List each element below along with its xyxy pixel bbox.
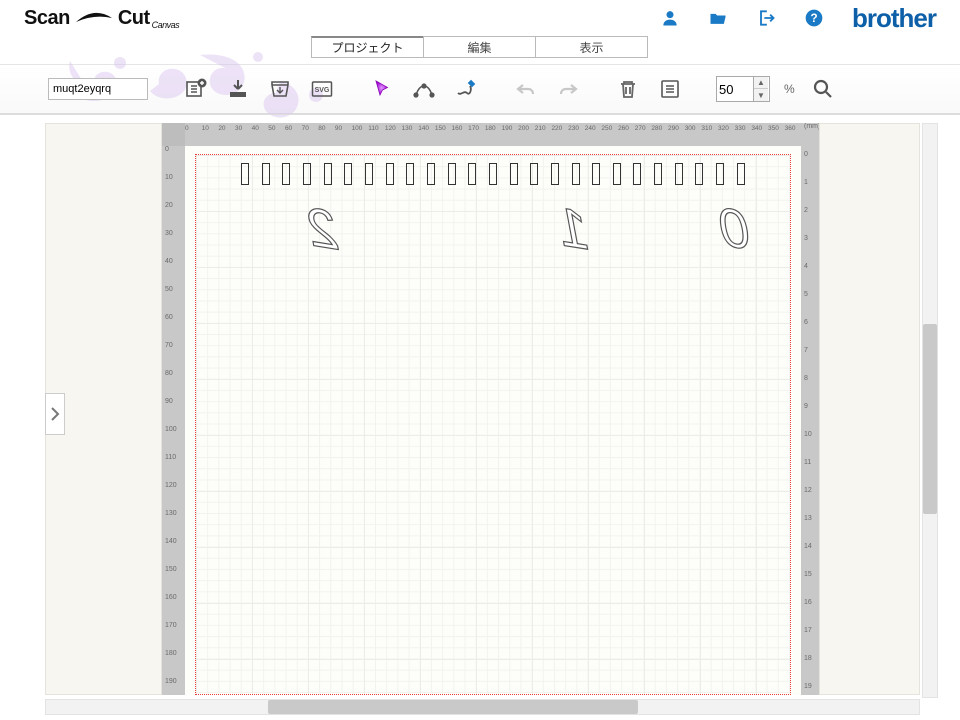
canvas-stage[interactable]: 0102030405060708090100110120130140150160… [162, 123, 819, 695]
ruler-vertical: 0102030405060708090100110120130140150160… [162, 146, 185, 695]
tab-edit-label: 編集 [467, 39, 491, 56]
path-tool[interactable] [410, 75, 438, 103]
h-scroll-thumb[interactable] [268, 700, 638, 714]
draw-tool[interactable] [452, 75, 480, 103]
design-small-rects[interactable] [236, 163, 750, 185]
digit-1[interactable]: 1 [557, 195, 589, 262]
mat-grid: 2 1 0 [195, 154, 791, 695]
logo-text-scan: Scan [24, 7, 70, 30]
right-panel [819, 123, 920, 695]
zoom-input[interactable] [717, 82, 753, 97]
logo-text-cut: Cut [118, 7, 150, 30]
v-scroll-thumb[interactable] [923, 324, 937, 514]
import-svg-button[interactable]: SVG [308, 75, 336, 103]
zoom-down[interactable]: ▼ [754, 89, 768, 101]
logo-sub: Canvas [152, 20, 180, 30]
project-name-input[interactable] [48, 78, 148, 100]
toolbar: SVG ▲ ▼ % [0, 64, 960, 114]
digit-2[interactable]: 2 [306, 195, 338, 262]
main-tabs: プロジェクト 編集 表示 [0, 36, 960, 64]
help-icon[interactable]: ? [804, 8, 824, 28]
horizontal-scrollbar[interactable] [45, 699, 920, 715]
app-logo: Scan Cut Canvas [24, 7, 179, 30]
svg-text:?: ? [810, 12, 817, 25]
panel-expand-button[interactable] [45, 393, 65, 435]
tab-project[interactable]: プロジェクト [311, 36, 424, 58]
tab-project-label: プロジェクト [331, 39, 403, 56]
download-button[interactable] [224, 75, 252, 103]
brand-logo: brother [852, 3, 936, 34]
ruler-corner [162, 123, 185, 146]
zoom-field[interactable]: ▲ ▼ [716, 76, 770, 102]
select-tool[interactable] [368, 75, 396, 103]
digit-0[interactable]: 0 [718, 195, 750, 262]
design-objects[interactable]: 2 1 0 [236, 163, 750, 259]
folder-open-icon[interactable] [708, 8, 728, 28]
ruler-horizontal: 0102030405060708090100110120130140150160… [185, 123, 801, 146]
design-digits[interactable]: 2 1 0 [236, 198, 750, 260]
top-bar: Scan Cut Canvas ? brother [0, 0, 960, 36]
top-right-actions: ? brother [660, 3, 936, 34]
import-data-button[interactable] [266, 75, 294, 103]
properties-button[interactable] [656, 75, 684, 103]
svg-text:SVG: SVG [315, 87, 330, 94]
redo-button[interactable] [554, 75, 582, 103]
new-project-button[interactable] [182, 75, 210, 103]
tab-view[interactable]: 表示 [535, 36, 648, 58]
logout-icon[interactable] [756, 8, 776, 28]
logo-swoosh-icon [74, 8, 114, 28]
tab-view-label: 表示 [579, 39, 603, 56]
zoom-tool[interactable] [809, 75, 837, 103]
delete-button[interactable] [614, 75, 642, 103]
cutting-mat[interactable]: 2 1 0 [185, 146, 801, 695]
zoom-up[interactable]: ▲ [754, 77, 768, 89]
vertical-scrollbar[interactable] [922, 123, 938, 698]
tab-edit[interactable]: 編集 [423, 36, 536, 58]
undo-button[interactable] [512, 75, 540, 103]
user-icon[interactable] [660, 8, 680, 28]
zoom-suffix: % [784, 82, 795, 96]
ruler-right: (mm)01234567891011121314151617181920 [801, 123, 819, 695]
workspace: 0102030405060708090100110120130140150160… [0, 114, 960, 720]
